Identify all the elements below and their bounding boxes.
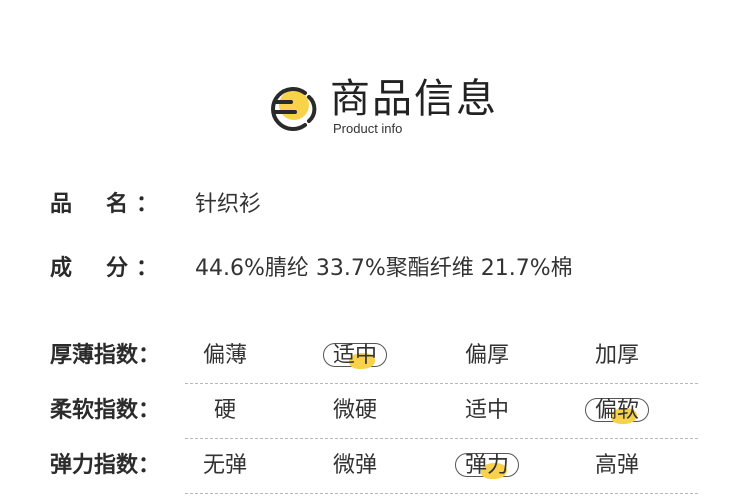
info-label: 成 分 ：: [50, 251, 158, 287]
info-list-icon: [271, 87, 317, 131]
label-char: 成: [50, 256, 73, 281]
info-value: 44.6%腈纶 33.7%聚酯纤维 21.7%棉: [195, 256, 573, 281]
label-colon: ：: [136, 256, 159, 281]
index-option: 微硬: [332, 398, 377, 423]
section-title: 商品信息: [330, 76, 498, 122]
index-option: 偏厚: [464, 343, 509, 368]
info-value: 针织衫: [195, 192, 262, 217]
dashed-divider: [185, 493, 698, 494]
index-option: 无弹: [202, 453, 247, 478]
label-colon: ：: [136, 192, 159, 217]
info-row-name: 品 名 ： 针织衫: [0, 187, 750, 223]
index-label: 柔软指数：: [50, 398, 161, 423]
section-header: 商品信息 Product info: [0, 0, 750, 150]
label-char: 分: [106, 256, 129, 281]
label-char: 名: [106, 192, 129, 217]
index-row-softness: 柔软指数： 硬 微硬 适中 偏软: [0, 386, 750, 439]
index-option-selected: 弹力: [452, 451, 522, 481]
info-label: 品 名 ：: [50, 187, 158, 223]
section-subtitle: Product info: [333, 121, 403, 136]
index-option: 硬: [213, 398, 236, 423]
index-label: 弹力指数：: [50, 453, 161, 478]
info-row-composition: 成 分 ： 44.6%腈纶 33.7%聚酯纤维 21.7%棉: [0, 251, 750, 287]
label-char: 品: [50, 192, 73, 217]
index-option: 加厚: [594, 343, 639, 368]
index-option: 高弹: [594, 453, 639, 478]
index-row-thickness: 厚薄指数： 偏薄 适中 偏厚 加厚: [0, 331, 750, 384]
index-label: 厚薄指数：: [50, 343, 161, 368]
index-option: 适中: [464, 398, 509, 423]
index-option-selected: 适中: [320, 341, 390, 371]
index-row-elasticity: 弹力指数： 无弹 微弹 弹力 高弹: [0, 441, 750, 494]
dashed-divider: [185, 438, 698, 439]
dashed-divider: [185, 383, 698, 384]
index-option: 微弹: [332, 453, 377, 478]
index-option: 偏薄: [202, 343, 247, 368]
index-option-selected: 偏软: [582, 396, 652, 426]
